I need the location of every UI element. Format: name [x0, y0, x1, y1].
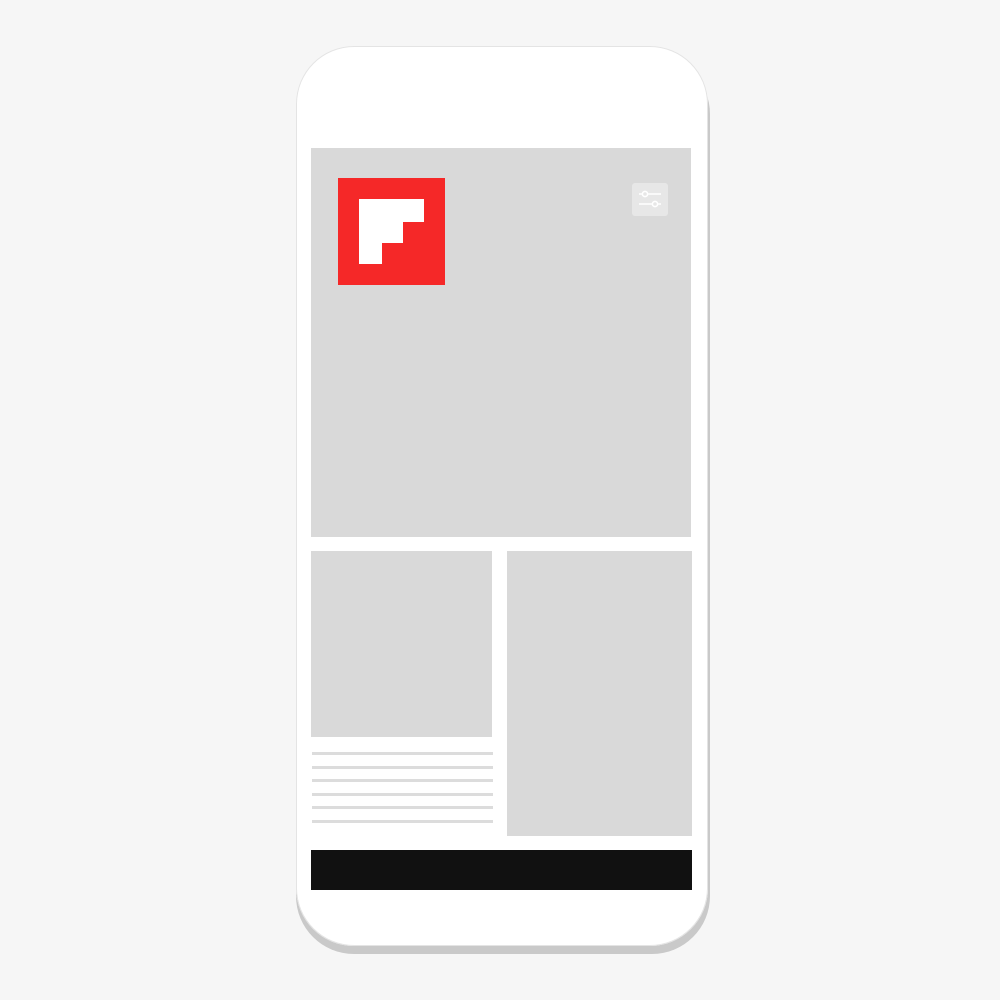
text-line: [312, 820, 493, 823]
story-text-placeholder: [312, 752, 493, 824]
text-line: [312, 779, 493, 782]
phone-frame: [296, 46, 708, 946]
text-line: [312, 793, 493, 796]
text-line: [312, 752, 493, 755]
hero-image-card[interactable]: [311, 148, 691, 537]
text-line: [312, 806, 493, 809]
bottom-bar[interactable]: [311, 850, 692, 890]
story-tile-right[interactable]: [507, 551, 692, 836]
story-tile-left[interactable]: [311, 551, 492, 737]
text-line: [312, 766, 493, 769]
screen-stage: [0, 0, 1000, 1000]
sliders-icon[interactable]: [632, 183, 668, 216]
flipboard-logo-icon: [338, 178, 445, 285]
